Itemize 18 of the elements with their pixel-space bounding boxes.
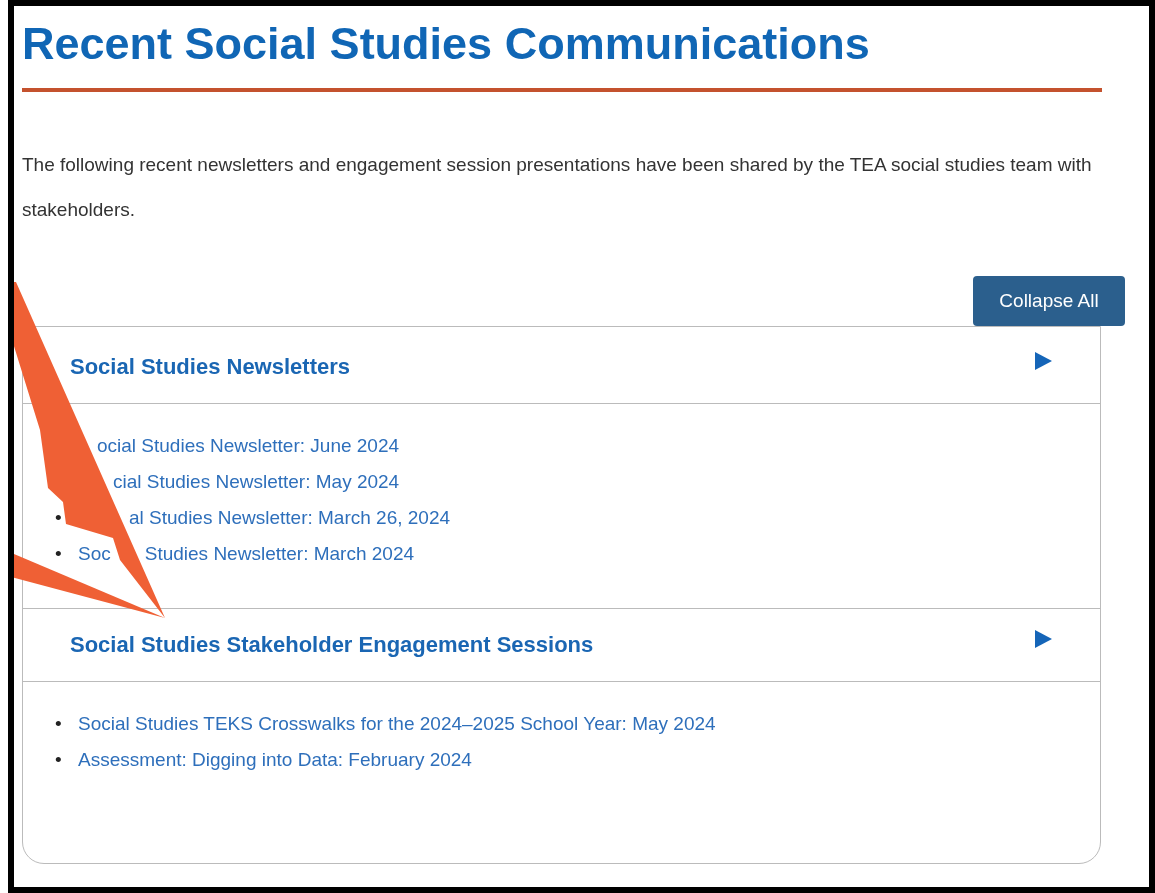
bullet: • (55, 713, 62, 734)
triangle-icon[interactable] (1034, 630, 1052, 648)
section-heading[interactable]: Social Studies Newsletters (70, 354, 350, 380)
document-link[interactable]: al Studies Newsletter: March 26, 2024 (129, 507, 451, 529)
document-link[interactable]: Soc (78, 543, 111, 565)
document-link[interactable]: Studies Newsletter: March 2024 (144, 543, 415, 565)
triangle-icon[interactable] (1034, 352, 1052, 370)
page-title: Recent Social Studies Communications (22, 17, 871, 71)
section-heading[interactable]: Social Studies Stakeholder Engagement Sessions (70, 632, 594, 658)
document-link[interactable]: Social Studies TEKS Crosswalks for the 2024–2025 School Year: May 2024 (78, 713, 716, 735)
bullet: • (55, 543, 62, 564)
bullet: • (55, 749, 62, 770)
collapse-all-button[interactable]: Collapse All (973, 276, 1125, 326)
document-link[interactable]: cial Studies Newsletter: May 2024 (113, 471, 400, 493)
bullet: • (55, 507, 62, 528)
intro-paragraph: The following recent newsletters and engagement session presentations have been shared by the TEA social studies team with stakeholders. (22, 153, 1093, 222)
document-link[interactable]: ocial Studies Newsletter: June 2024 (97, 435, 400, 457)
document-link[interactable]: Assessment: Digging into Data: February 2024 (78, 749, 472, 771)
